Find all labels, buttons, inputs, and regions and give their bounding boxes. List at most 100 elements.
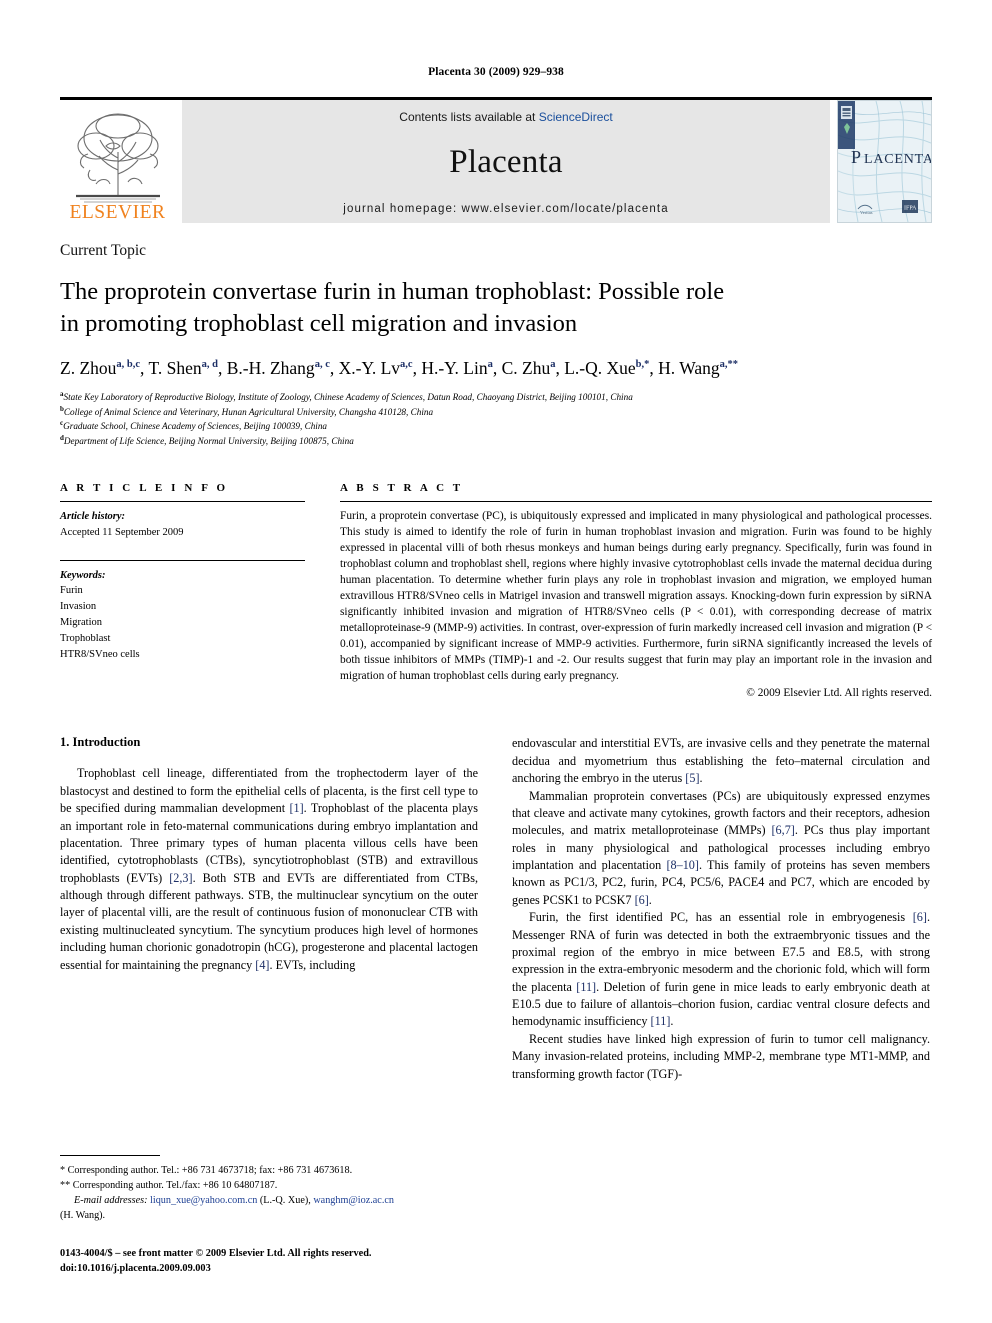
imprint-block: 0143-4004/$ – see front matter © 2009 El… bbox=[60, 1247, 478, 1277]
author-item[interactable]: C. Zhua bbox=[502, 358, 556, 378]
cover-art: P LACENTA Veritas IFPA bbox=[838, 101, 931, 222]
elsevier-tree-icon bbox=[76, 112, 160, 202]
citation-ref[interactable]: [6] bbox=[635, 893, 649, 907]
citation-ref[interactable]: [6] bbox=[913, 910, 927, 924]
intro-paragraph-3: Mammalian proprotein convertases (PCs) a… bbox=[512, 788, 930, 910]
citation-ref[interactable]: [5] bbox=[685, 771, 699, 785]
citation-ref[interactable]: [11] bbox=[651, 1014, 671, 1028]
author-name: Z. Zhou bbox=[60, 357, 117, 378]
corresponding-author-note-1: * Corresponding author. Tel.: +86 731 46… bbox=[60, 1164, 353, 1176]
paragraph-text: . bbox=[699, 771, 703, 786]
author-item[interactable]: H.-Y. Lina bbox=[421, 358, 493, 378]
email-link-1[interactable]: liqun_xue@yahoo.com.cn bbox=[150, 1195, 257, 1206]
corresponding-author-note-2: ** Corresponding author. Tel./fax: +86 1… bbox=[60, 1179, 278, 1191]
author-name: H.-Y. Lin bbox=[421, 357, 488, 378]
affiliation-item: aState Key Laboratory of Reproductive Bi… bbox=[60, 390, 932, 405]
page-title: The proprotein convertase furin in human… bbox=[60, 276, 932, 340]
citation-ref[interactable]: [2,3] bbox=[169, 871, 192, 885]
author-affiliation-marker: a, b,c bbox=[116, 358, 141, 370]
author-item[interactable]: H. Wanga,** bbox=[658, 358, 738, 378]
svg-text:Veritas: Veritas bbox=[860, 210, 873, 215]
author-name: L.-Q. Xue bbox=[564, 357, 636, 378]
svg-text:P: P bbox=[851, 147, 861, 167]
citation-ref[interactable]: [8–10] bbox=[666, 858, 699, 872]
svg-text:LACENTA: LACENTA bbox=[864, 152, 931, 167]
footnote-divider bbox=[60, 1154, 160, 1156]
body-columns: 1. Introduction Trophoblast cell lineage… bbox=[60, 735, 932, 1083]
citation-ref[interactable]: [6,7] bbox=[772, 823, 795, 837]
keyword-item: Migration bbox=[60, 617, 102, 628]
abstract-column: A B S T R A C T Furin, a proprotein conv… bbox=[340, 482, 932, 699]
paragraph-text: endovascular and interstitial EVTs, are … bbox=[512, 736, 930, 786]
article-page: Placenta 30 (2009) 929–938 ELSEVIER Cont… bbox=[0, 0, 992, 1323]
article-info-heading: A R T I C L E I N F O bbox=[60, 482, 229, 495]
author-affiliation-marker: a,** bbox=[719, 358, 738, 370]
author-name: H. Wang bbox=[658, 357, 720, 378]
affiliation-text: College of Animal Science and Veterinary… bbox=[63, 406, 434, 417]
email-label: E-mail addresses: bbox=[74, 1194, 148, 1206]
paragraph-text: . EVTs, including bbox=[269, 957, 356, 972]
divider bbox=[340, 501, 932, 503]
svg-text:IFPA: IFPA bbox=[904, 206, 917, 212]
imprint-doi[interactable]: doi:10.1016/j.placenta.2009.09.003 bbox=[60, 1262, 478, 1277]
author-item[interactable]: L.-Q. Xueb,* bbox=[564, 358, 649, 378]
article-history-label: Article history: bbox=[60, 511, 126, 523]
body-column-left: 1. Introduction Trophoblast cell lineage… bbox=[60, 735, 478, 1083]
intro-paragraph-4: Furin, the first identified PC, has an e… bbox=[512, 909, 930, 1031]
paragraph-text: . Both STB and EVTs are differentiated f… bbox=[60, 870, 478, 972]
section-heading-introduction: 1. Introduction bbox=[60, 735, 141, 750]
affiliation-text: Department of Life Science, Beijing Norm… bbox=[63, 435, 354, 446]
citation-ref[interactable]: [11] bbox=[576, 980, 596, 994]
contents-prefix-text: Contents lists available at bbox=[399, 110, 539, 124]
affiliation-text: State Key Laboratory of Reproductive Bio… bbox=[63, 392, 633, 403]
intro-paragraph-2: endovascular and interstitial EVTs, are … bbox=[512, 735, 930, 787]
article-kicker: Current Topic bbox=[60, 242, 147, 259]
keyword-item: Furin bbox=[60, 585, 83, 597]
affiliation-item: bCollege of Animal Science and Veterinar… bbox=[60, 405, 932, 420]
author-name: T. Shen bbox=[148, 357, 202, 378]
citation-ref[interactable]: [1] bbox=[289, 801, 303, 815]
author-affiliation-marker: a bbox=[550, 358, 556, 370]
author-name: C. Zhu bbox=[501, 357, 551, 378]
running-head: Placenta 30 (2009) 929–938 bbox=[428, 66, 564, 78]
copyright-notice: © 2009 Elsevier Ltd. All rights reserved… bbox=[746, 687, 932, 700]
email-link-2[interactable]: wanghm@ioz.ac.cn bbox=[313, 1195, 394, 1206]
author-affiliation-marker: a, c bbox=[314, 358, 330, 370]
paragraph-text: . bbox=[648, 892, 652, 907]
keywords-label: Keywords: bbox=[60, 569, 106, 581]
article-info-column: A R T I C L E I N F O Article history: A… bbox=[60, 482, 305, 699]
citation-ref[interactable]: [4] bbox=[255, 958, 269, 972]
email-addresses-note: E-mail addresses: liqun_xue@yahoo.com.cn… bbox=[74, 1194, 394, 1206]
sciencedirect-link[interactable]: ScienceDirect bbox=[539, 110, 613, 124]
intro-paragraph-5: Recent studies have linked high expressi… bbox=[512, 1031, 930, 1081]
title-line-1: The proprotein convertase furin in human… bbox=[60, 278, 725, 305]
intro-paragraph-1: Trophoblast cell lineage, differentiated… bbox=[60, 765, 478, 974]
body-column-right: endovascular and interstitial EVTs, are … bbox=[512, 735, 930, 1083]
author-affiliation-marker: a, d bbox=[201, 358, 218, 370]
email-owner-1: (L.-Q. Xue) bbox=[259, 1194, 309, 1206]
author-affiliation-marker: a bbox=[487, 358, 493, 370]
journal-masthead: ELSEVIER Contents lists available at Sci… bbox=[60, 97, 932, 223]
affiliation-item: cGraduate School, Chinese Academy of Sci… bbox=[60, 419, 932, 434]
journal-homepage-link[interactable]: journal homepage: www.elsevier.com/locat… bbox=[343, 203, 668, 215]
elsevier-wordmark: ELSEVIER bbox=[69, 201, 166, 223]
info-abstract-section: A R T I C L E I N F O Article history: A… bbox=[60, 482, 932, 699]
journal-info-box: Contents lists available at ScienceDirec… bbox=[182, 100, 830, 223]
author-item[interactable]: X.-Y. Lva,c bbox=[339, 358, 413, 378]
keyword-item: Invasion bbox=[60, 601, 97, 613]
author-name: B.-H. Zhang bbox=[226, 357, 315, 378]
paragraph-text: . bbox=[670, 1014, 674, 1029]
author-item[interactable]: T. Shena, d bbox=[148, 358, 218, 378]
divider bbox=[60, 501, 305, 503]
footnote-block: * Corresponding author. Tel.: +86 731 46… bbox=[60, 1154, 478, 1277]
article-history-value: Accepted 11 September 2009 bbox=[60, 526, 184, 538]
author-item[interactable]: Z. Zhoua, b,c bbox=[60, 358, 140, 378]
title-line-2: in promoting trophoblast cell migration … bbox=[60, 309, 578, 337]
journal-title: Placenta bbox=[449, 144, 563, 180]
author-list: Z. Zhoua, b,c, T. Shena, d, B.-H. Zhanga… bbox=[60, 357, 738, 378]
keywords-block: Keywords: Furin Invasion Migration Troph… bbox=[60, 568, 305, 663]
author-item[interactable]: B.-H. Zhanga, c bbox=[227, 358, 330, 378]
divider bbox=[60, 559, 305, 561]
author-affiliation-marker: a,c bbox=[400, 358, 413, 370]
keyword-item: HTR8/SVneo cells bbox=[60, 648, 140, 660]
